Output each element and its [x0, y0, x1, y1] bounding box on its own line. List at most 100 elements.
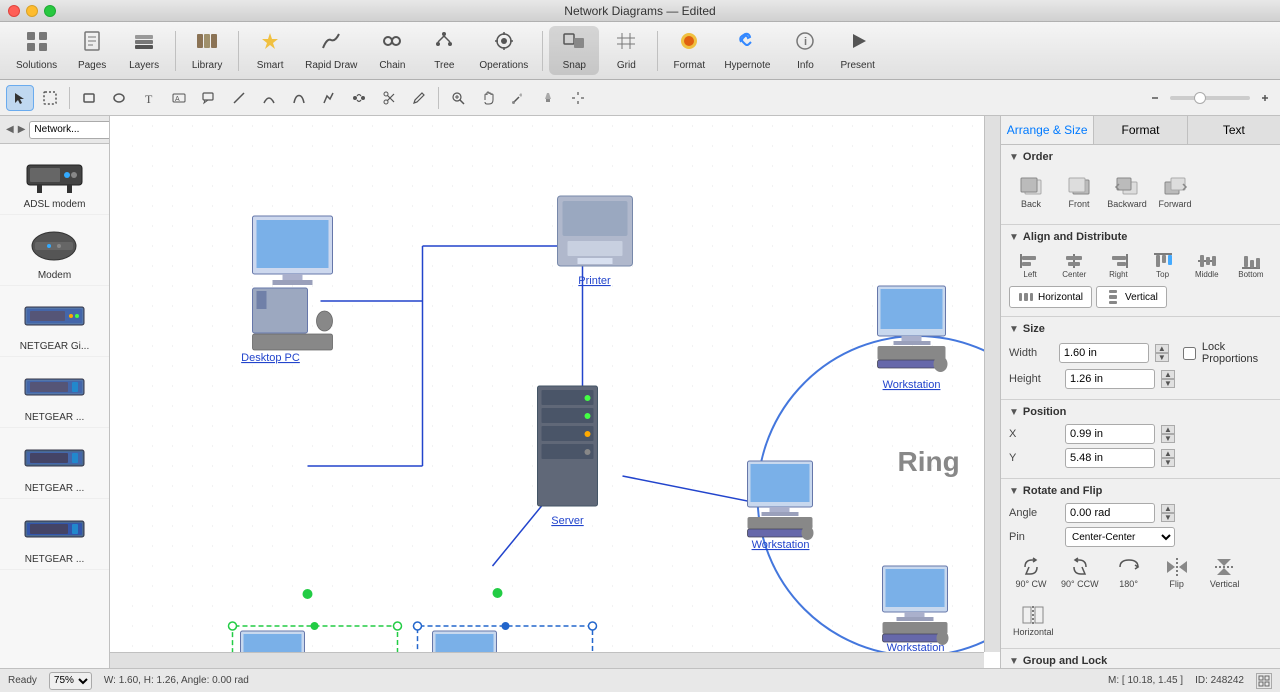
height-input[interactable] — [1065, 369, 1155, 389]
horizontal-scrollbar[interactable] — [110, 652, 984, 668]
callout-tool[interactable] — [195, 85, 223, 111]
x-input[interactable] — [1065, 424, 1155, 444]
size-header[interactable]: ▼ Size — [1009, 323, 1272, 335]
zoom-in-tool[interactable] — [444, 85, 472, 111]
sidebar-forward-btn[interactable]: ▶ — [18, 122, 26, 138]
brush-tool[interactable] — [405, 85, 433, 111]
y-stepper[interactable]: ▲ ▼ — [1161, 449, 1175, 467]
order-front-btn[interactable]: Front — [1057, 169, 1101, 214]
canvas-area[interactable]: Ring — [110, 116, 1000, 668]
flip-btn[interactable]: Flip — [1155, 550, 1199, 594]
align-left-btn[interactable]: Left — [1009, 249, 1051, 282]
pen-tool[interactable] — [315, 85, 343, 111]
flip-vertical-btn[interactable]: Vertical — [1203, 550, 1247, 594]
toolbar-info[interactable]: i Info — [780, 26, 830, 75]
toolbar-rapid-draw[interactable]: Rapid Draw — [297, 26, 365, 75]
position-header[interactable]: ▼ Position — [1009, 406, 1272, 418]
angle-stepper[interactable]: ▲ ▼ — [1161, 504, 1175, 522]
width-stepper[interactable]: ▲ ▼ — [1155, 344, 1169, 362]
magic-wand-tool[interactable] — [564, 85, 592, 111]
scissors-tool[interactable] — [375, 85, 403, 111]
group-lock-header[interactable]: ▼ Group and Lock — [1009, 655, 1272, 667]
oval-tool[interactable] — [105, 85, 133, 111]
zoom-plus-btn[interactable] — [1256, 85, 1274, 111]
order-header[interactable]: ▼ Order — [1009, 151, 1272, 163]
zoom-slider[interactable] — [1170, 96, 1250, 100]
line-tool[interactable] — [225, 85, 253, 111]
sidebar-item-adsl-modem[interactable]: ADSL modem — [0, 144, 109, 215]
lock-proportions-checkbox[interactable] — [1183, 347, 1196, 360]
close-button[interactable] — [8, 5, 20, 17]
maximize-button[interactable] — [44, 5, 56, 17]
zoom-select[interactable]: 75% — [49, 672, 92, 690]
toolbar-format[interactable]: Format — [664, 26, 714, 75]
order-backward-btn[interactable]: Backward — [1105, 169, 1149, 214]
width-up-btn[interactable]: ▲ — [1155, 344, 1169, 353]
x-up-btn[interactable]: ▲ — [1161, 425, 1175, 434]
toolbar-chain[interactable]: Chain — [367, 26, 417, 75]
x-stepper[interactable]: ▲ ▼ — [1161, 425, 1175, 443]
text-tool[interactable]: T — [135, 85, 163, 111]
angle-input[interactable] — [1065, 503, 1155, 523]
vertical-scrollbar[interactable] — [984, 116, 1000, 652]
toolbar-operations[interactable]: Operations — [471, 26, 536, 75]
select-tool[interactable] — [6, 85, 34, 111]
align-header[interactable]: ▼ Align and Distribute — [1009, 231, 1272, 243]
y-up-btn[interactable]: ▲ — [1161, 449, 1175, 458]
smart-connect-tool[interactable] — [345, 85, 373, 111]
sidebar-item-netgear-1[interactable]: NETGEAR ... — [0, 357, 109, 428]
width-input[interactable] — [1059, 343, 1149, 363]
paint-tool[interactable] — [534, 85, 562, 111]
y-input[interactable] — [1065, 448, 1155, 468]
toolbar-hypernote[interactable]: Hypernote — [716, 26, 778, 75]
eyedropper-tool[interactable] — [504, 85, 532, 111]
zoom-minus-btn[interactable] — [1146, 85, 1164, 111]
toolbar-solutions[interactable]: Solutions — [8, 26, 65, 75]
angle-up-btn[interactable]: ▲ — [1161, 504, 1175, 513]
align-top-btn[interactable]: Top — [1142, 249, 1184, 282]
distribute-horizontal-btn[interactable]: Horizontal — [1009, 286, 1092, 308]
bezier-tool[interactable] — [285, 85, 313, 111]
toolbar-smart[interactable]: Smart — [245, 26, 295, 75]
sidebar-item-netgear-gi[interactable]: NETGEAR Gi... — [0, 286, 109, 357]
align-bottom-btn[interactable]: Bottom — [1230, 249, 1272, 282]
toolbar-layers[interactable]: Layers — [119, 26, 169, 75]
height-down-btn[interactable]: ▼ — [1161, 379, 1175, 388]
width-down-btn[interactable]: ▼ — [1155, 353, 1169, 362]
toolbar-grid[interactable]: Grid — [601, 26, 651, 75]
rotate-header[interactable]: ▼ Rotate and Flip — [1009, 485, 1272, 497]
label-tool[interactable]: A — [165, 85, 193, 111]
height-up-btn[interactable]: ▲ — [1161, 370, 1175, 379]
sidebar-item-modem[interactable]: Modem — [0, 215, 109, 286]
toolbar-tree[interactable]: Tree — [419, 26, 469, 75]
arc-tool[interactable] — [255, 85, 283, 111]
minimize-button[interactable] — [26, 5, 38, 17]
align-middle-btn[interactable]: Middle — [1186, 249, 1228, 282]
hand-tool[interactable] — [474, 85, 502, 111]
toolbar-present[interactable]: Present — [832, 26, 882, 75]
rect-tool[interactable] — [75, 85, 103, 111]
sidebar-search-input[interactable] — [29, 121, 110, 139]
order-back-btn[interactable]: Back — [1009, 169, 1053, 214]
fit-canvas-btn[interactable] — [1256, 673, 1272, 689]
flip-horizontal-btn[interactable]: Horizontal — [1009, 598, 1058, 642]
align-right-btn[interactable]: Right — [1097, 249, 1139, 282]
rotate-90ccw-btn[interactable]: 90° CCW — [1057, 550, 1103, 594]
sidebar-item-netgear-2[interactable]: NETGEAR ... — [0, 428, 109, 499]
toolbar-pages[interactable]: Pages — [67, 26, 117, 75]
rotate-90cw-btn[interactable]: 90° CW — [1009, 550, 1053, 594]
distribute-vertical-btn[interactable]: Vertical — [1096, 286, 1167, 308]
pin-select[interactable]: Center-Center — [1065, 527, 1175, 547]
order-forward-btn[interactable]: Forward — [1153, 169, 1197, 214]
x-down-btn[interactable]: ▼ — [1161, 434, 1175, 443]
y-down-btn[interactable]: ▼ — [1161, 458, 1175, 467]
angle-down-btn[interactable]: ▼ — [1161, 513, 1175, 522]
tab-text[interactable]: Text — [1188, 116, 1280, 144]
select-all-tool[interactable] — [36, 85, 64, 111]
align-center-btn[interactable]: Center — [1053, 249, 1095, 282]
sidebar-back-btn[interactable]: ◀ — [6, 122, 14, 138]
sidebar-item-netgear-3[interactable]: NETGEAR ... — [0, 499, 109, 570]
rotate-180-btn[interactable]: 180° — [1107, 550, 1151, 594]
height-stepper[interactable]: ▲ ▼ — [1161, 370, 1175, 388]
toolbar-library[interactable]: Library — [182, 26, 232, 75]
